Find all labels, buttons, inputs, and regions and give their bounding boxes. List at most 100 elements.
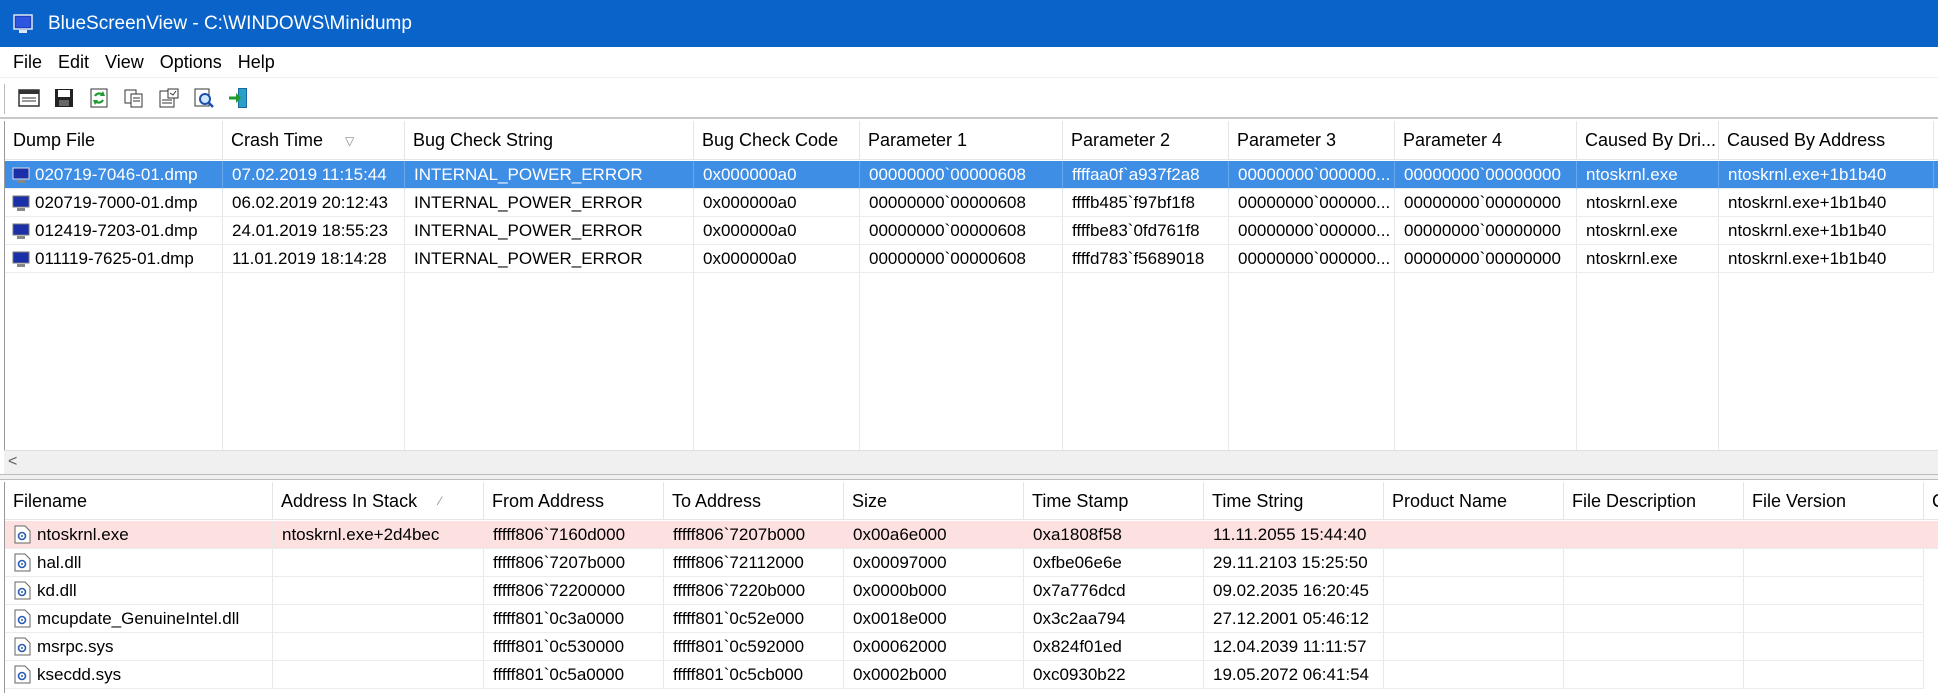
cell-time-string: 27.12.2001 05:46:12 <box>1204 605 1384 633</box>
col-label: Crash Time <box>231 130 324 150</box>
col-bug-check-code[interactable]: Bug Check Code <box>694 121 860 160</box>
col-more[interactable]: F <box>1934 121 1938 160</box>
col-from-address[interactable]: From Address <box>484 482 664 520</box>
cell-text: 012419-7203-01.dmp <box>35 220 198 240</box>
cell-file-description <box>1564 605 1744 633</box>
cell-address-in-stack <box>273 549 484 577</box>
html-report-icon[interactable] <box>156 85 182 111</box>
cell-bug-check-string: INTERNAL_POWER_ERROR <box>405 245 694 273</box>
cell-parameter-2: ffffb485`f97bf1f8 <box>1063 189 1229 217</box>
cell-from-address: fffff801`0c530000 <box>484 633 664 661</box>
driver-file-icon <box>14 637 31 656</box>
driver-row[interactable]: mcupdate_GenuineIntel.dll fffff801`0c3a0… <box>5 605 1938 633</box>
driver-row[interactable]: kd.dll fffff806`72200000 fffff806`7220b0… <box>5 577 1938 605</box>
col-file-version[interactable]: File Version <box>1744 482 1924 520</box>
col-to-address[interactable]: To Address <box>664 482 844 520</box>
cell-from-address: fffff806`72200000 <box>484 577 664 605</box>
cell-file-description <box>1564 633 1744 661</box>
col-label: Dump File <box>13 130 96 150</box>
cell-bug-check-code: 0x000000a0 <box>694 217 860 245</box>
cell-time-string: 12.04.2039 11:11:57 <box>1204 633 1384 661</box>
cell-from-address: fffff801`0c3a0000 <box>484 605 664 633</box>
cell-file-description <box>1564 549 1744 577</box>
crash-row[interactable]: 020719-7046-01.dmp 07.02.2019 11:15:44 I… <box>5 161 1938 189</box>
cell-filename: msrpc.sys <box>5 633 273 661</box>
refresh-icon[interactable] <box>86 85 112 111</box>
cell-file-description <box>1564 521 1744 549</box>
crash-row[interactable]: 012419-7203-01.dmp 24.01.2019 18:55:23 I… <box>5 217 1938 245</box>
pane-splitter[interactable] <box>0 474 1938 480</box>
find-icon[interactable] <box>191 85 217 111</box>
driver-row[interactable]: ksecdd.sys fffff801`0c5a0000 fffff801`0c… <box>5 661 1938 689</box>
grid-line <box>1718 271 1719 473</box>
cell-crash-time: 07.02.2019 11:15:44 <box>223 161 405 189</box>
col-time-string[interactable]: Time String <box>1204 482 1384 520</box>
crash-row[interactable]: 011119-7625-01.dmp 11.01.2019 18:14:28 I… <box>5 245 1938 273</box>
col-time-stamp[interactable]: Time Stamp <box>1024 482 1204 520</box>
cell-caused-by-driver: ntoskrnl.exe <box>1577 189 1719 217</box>
col-bug-check-string[interactable]: Bug Check String <box>405 121 694 160</box>
cell-size: 0x0002b000 <box>844 661 1024 689</box>
col-label: Product Name <box>1392 490 1508 511</box>
cell-address-in-stack <box>273 661 484 689</box>
save-icon[interactable] <box>51 85 77 111</box>
col-parameter-2[interactable]: Parameter 2 <box>1063 121 1229 160</box>
cell-time-string: 29.11.2103 15:25:50 <box>1204 549 1384 577</box>
col-address-in-stack[interactable]: Address In Stack ⁄ <box>273 482 484 520</box>
scroll-left-icon[interactable]: < <box>8 453 17 471</box>
toolbar-grip[interactable] <box>4 84 7 114</box>
crash-row[interactable]: 020719-7000-01.dmp 06.02.2019 20:12:43 I… <box>5 189 1938 217</box>
cell-from-address: fffff801`0c5a0000 <box>484 661 664 689</box>
menu-edit[interactable]: Edit <box>50 47 97 77</box>
driver-row[interactable]: ntoskrnl.exe ntoskrnl.exe+2d4bec fffff80… <box>5 521 1938 549</box>
cell-time-stamp: 0x3c2aa794 <box>1024 605 1204 633</box>
cell-file-description <box>1564 661 1744 689</box>
cell-product-name <box>1384 521 1564 549</box>
col-crash-time[interactable]: Crash Time ▽ <box>223 121 405 160</box>
col-more[interactable]: C <box>1924 482 1938 520</box>
col-parameter-3[interactable]: Parameter 3 <box>1229 121 1395 160</box>
driver-row[interactable]: hal.dll fffff806`7207b000 fffff806`72112… <box>5 549 1938 577</box>
menu-help[interactable]: Help <box>230 47 283 77</box>
col-product-name[interactable]: Product Name <box>1384 482 1564 520</box>
cell-file-description <box>1564 577 1744 605</box>
copy-icon[interactable] <box>121 85 147 111</box>
cell-bug-check-string: INTERNAL_POWER_ERROR <box>405 189 694 217</box>
col-filename[interactable]: Filename <box>5 482 273 520</box>
menu-view[interactable]: View <box>97 47 152 77</box>
cell-bug-check-string: INTERNAL_POWER_ERROR <box>405 217 694 245</box>
cell-dump-file: 012419-7203-01.dmp <box>5 217 223 245</box>
col-label: Filename <box>13 490 88 511</box>
col-size[interactable]: Size <box>844 482 1024 520</box>
driver-file-icon <box>14 525 31 544</box>
col-caused-by-driver[interactable]: Caused By Dri... <box>1577 121 1719 160</box>
crash-list[interactable]: Dump File Crash Time ▽ Bug Check String B… <box>4 121 1938 473</box>
menu-file[interactable]: File <box>5 47 50 77</box>
cell-product-name <box>1384 661 1564 689</box>
cell-parameter-2: ffffbe83`0fd761f8 <box>1063 217 1229 245</box>
cell-time-stamp: 0xa1808f58 <box>1024 521 1204 549</box>
cell-dump-file: 011119-7625-01.dmp <box>5 245 223 273</box>
driver-list-header: Filename Address In Stack ⁄ From Address … <box>5 482 1938 520</box>
cell-file-version <box>1744 661 1924 689</box>
col-parameter-4[interactable]: Parameter 4 <box>1395 121 1577 160</box>
exit-icon[interactable] <box>226 85 252 111</box>
col-parameter-1[interactable]: Parameter 1 <box>860 121 1063 160</box>
col-label: From Address <box>492 490 605 511</box>
cell-address-in-stack: ntoskrnl.exe+2d4bec <box>273 521 484 549</box>
properties-icon[interactable] <box>16 85 42 111</box>
col-dump-file[interactable]: Dump File <box>5 121 223 160</box>
cell-parameter-2: ffffaa0f`a937f2a8 <box>1063 161 1229 189</box>
menu-bar: File Edit View Options Help <box>0 47 1938 78</box>
menu-options[interactable]: Options <box>152 47 230 77</box>
cell-file-version <box>1744 577 1924 605</box>
col-file-description[interactable]: File Description <box>1564 482 1744 520</box>
driver-row[interactable]: msrpc.sys fffff801`0c530000 fffff801`0c5… <box>5 633 1938 661</box>
driver-list[interactable]: Filename Address In Stack ⁄ From Address … <box>4 482 1938 693</box>
horizontal-scrollbar[interactable]: < <box>4 450 1938 474</box>
cell-size: 0x0018e000 <box>844 605 1024 633</box>
sort-descending-icon: ⁄ <box>439 494 442 508</box>
col-label: Time String <box>1212 490 1304 511</box>
col-caused-by-address[interactable]: Caused By Address <box>1719 121 1934 160</box>
col-label: File Description <box>1572 490 1697 511</box>
